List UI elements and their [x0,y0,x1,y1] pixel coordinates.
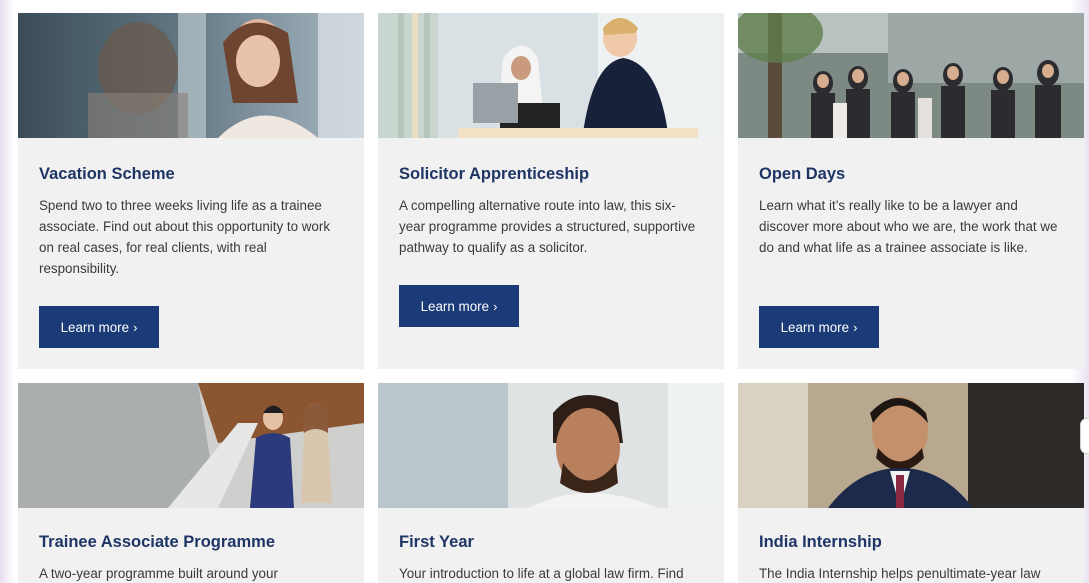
learn-more-button[interactable]: Learn more › [39,306,159,348]
card-description: Learn what it’s really like to be a lawy… [759,198,1058,255]
chevron-right-icon: › [853,319,858,335]
photo-solicitor-apprenticeship [378,13,724,138]
photo-india-internship [738,383,1084,508]
card-title: Open Days [759,165,846,183]
button-label: Learn more [60,319,130,335]
photo-vacation-scheme [18,13,364,138]
card-open-days: Open Days Learn what it’s really like to… [738,13,1084,369]
card-description: A compelling alternative route into law,… [399,198,696,255]
card-description: A two-year programme built around your [39,566,278,581]
photo-trainee-associate-programme [18,383,364,508]
card-india-internship: India Internship The India Internship he… [738,383,1084,583]
button-label: Learn more [780,319,850,335]
learn-more-button[interactable]: Learn more › [399,285,519,327]
card-vacation-scheme: Vacation Scheme Spend two to three weeks… [18,13,364,369]
card-title: Vacation Scheme [39,165,175,183]
card-title: Solicitor Apprenticeship [399,165,590,183]
card-solicitor-apprenticeship: Solicitor Apprenticeship A compelling al… [378,13,724,369]
button-label: Learn more [420,298,490,314]
card-grid: Vacation Scheme Spend two to three weeks… [0,0,1089,583]
card-first-year: First Year Your introduction to life at … [378,383,724,583]
card-title: India Internship [759,533,882,551]
card-description: Spend two to three weeks living life as … [39,198,331,276]
chevron-right-icon: › [493,298,498,314]
card-description: The India Internship helps penultimate-y… [759,566,1041,581]
learn-more-button[interactable]: Learn more › [759,306,879,348]
card-title: Trainee Associate Programme [39,533,275,551]
card-title: First Year [399,533,474,551]
photo-open-days [738,13,1084,138]
side-panel-handle[interactable] [1080,418,1089,454]
card-trainee-associate-programme: Trainee Associate Programme A two-year p… [18,383,364,583]
chevron-right-icon: › [133,319,138,335]
photo-first-year [378,383,724,508]
card-description: Your introduction to life at a global la… [399,566,684,581]
